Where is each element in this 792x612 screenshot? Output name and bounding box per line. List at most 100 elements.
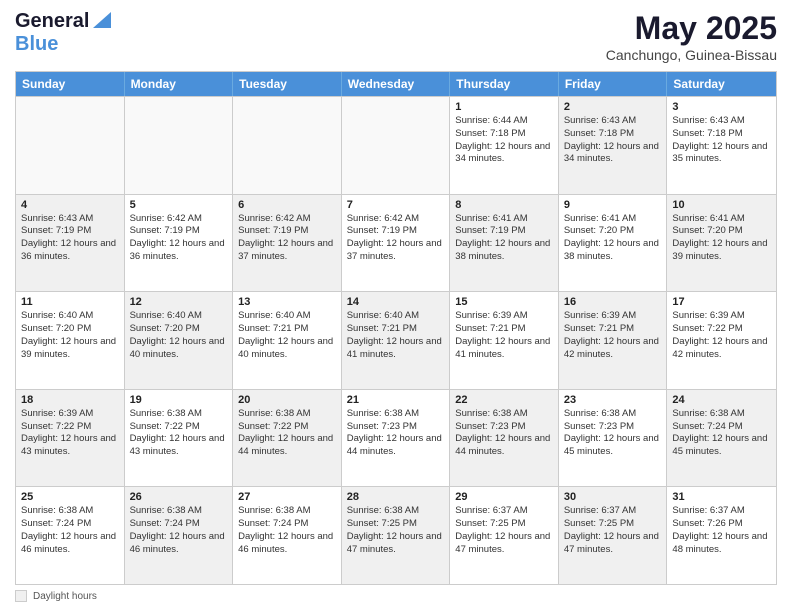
- calendar-header: SundayMondayTuesdayWednesdayThursdayFrid…: [16, 72, 776, 96]
- day-info: Sunrise: 6:41 AM Sunset: 7:20 PM Dayligh…: [564, 213, 662, 264]
- calendar-cell-2-0: 11Sunrise: 6:40 AM Sunset: 7:20 PM Dayli…: [16, 292, 125, 389]
- logo-general-text: General: [15, 10, 89, 33]
- day-info: Sunrise: 6:41 AM Sunset: 7:20 PM Dayligh…: [672, 213, 771, 264]
- calendar-header-cell-saturday: Saturday: [667, 72, 776, 96]
- calendar-cell-1-0: 4 Sunrise: 6:43 AM Sunset: 7:19 PM Daylig…: [16, 195, 125, 292]
- day-number: 28: [347, 491, 445, 503]
- legend-box: [15, 590, 27, 602]
- day-info: Sunrise: 6:39 AM Sunset: 7:22 PM Dayligh…: [672, 310, 771, 361]
- day-info: Sunrise: 6:38 AM Sunset: 7:24 PM Dayligh…: [672, 408, 771, 459]
- calendar-row-0: 1 Sunrise: 6:44 AM Sunset: 7:18 PM Daylig…: [16, 96, 776, 194]
- calendar-row-3: 18 Sunrise: 6:39 AM Sunset: 7:22 PM Dayli…: [16, 389, 776, 487]
- day-info: Sunrise: 6:37 AM Sunset: 7:25 PM Dayligh…: [455, 505, 553, 556]
- day-number: 3: [672, 101, 771, 113]
- day-info: Sunrise: 6:38 AM Sunset: 7:23 PM Dayligh…: [347, 408, 445, 459]
- calendar-cell-3-4: 22Sunrise: 6:38 AM Sunset: 7:23 PM Dayli…: [450, 390, 559, 487]
- day-number: 14: [347, 296, 445, 308]
- calendar-row-2: 11Sunrise: 6:40 AM Sunset: 7:20 PM Dayli…: [16, 291, 776, 389]
- calendar-cell-4-2: 27 Sunrise: 6:38 AM Sunset: 7:24 PM Dayli…: [233, 487, 342, 584]
- day-number: 4: [21, 199, 119, 211]
- main-title: May 2025: [606, 10, 777, 47]
- day-number: 20: [238, 394, 336, 406]
- calendar-cell-0-6: 3 Sunrise: 6:43 AM Sunset: 7:18 PM Daylig…: [667, 97, 776, 194]
- legend-label: Daylight hours: [33, 591, 97, 602]
- day-info: Sunrise: 6:44 AM Sunset: 7:18 PM Dayligh…: [455, 115, 553, 166]
- calendar-cell-0-3: [342, 97, 451, 194]
- calendar-cell-0-0: [16, 97, 125, 194]
- calendar-cell-4-5: 30Sunrise: 6:37 AM Sunset: 7:25 PM Dayli…: [559, 487, 668, 584]
- day-info: Sunrise: 6:43 AM Sunset: 7:18 PM Dayligh…: [672, 115, 771, 166]
- calendar-cell-3-0: 18 Sunrise: 6:39 AM Sunset: 7:22 PM Dayli…: [16, 390, 125, 487]
- day-info: Sunrise: 6:39 AM Sunset: 7:22 PM Dayligh…: [21, 408, 119, 459]
- calendar-cell-2-1: 12Sunrise: 6:40 AM Sunset: 7:20 PM Dayli…: [125, 292, 234, 389]
- day-number: 12: [130, 296, 228, 308]
- day-number: 26: [130, 491, 228, 503]
- day-number: 10: [672, 199, 771, 211]
- day-number: 19: [130, 394, 228, 406]
- day-number: 6: [238, 199, 336, 211]
- legend: Daylight hours: [15, 590, 777, 602]
- day-number: 31: [672, 491, 771, 503]
- day-number: 13: [238, 296, 336, 308]
- calendar-header-cell-friday: Friday: [559, 72, 668, 96]
- day-number: 9: [564, 199, 662, 211]
- logo-triangle-icon: [93, 12, 111, 33]
- day-info: Sunrise: 6:38 AM Sunset: 7:24 PM Dayligh…: [21, 505, 119, 556]
- calendar-cell-1-1: 5 Sunrise: 6:42 AM Sunset: 7:19 PM Daylig…: [125, 195, 234, 292]
- day-info: Sunrise: 6:40 AM Sunset: 7:21 PM Dayligh…: [238, 310, 336, 361]
- day-number: 1: [455, 101, 553, 113]
- calendar-cell-2-4: 15Sunrise: 6:39 AM Sunset: 7:21 PM Dayli…: [450, 292, 559, 389]
- calendar-row-1: 4 Sunrise: 6:43 AM Sunset: 7:19 PM Daylig…: [16, 194, 776, 292]
- day-number: 18: [21, 394, 119, 406]
- calendar-cell-2-2: 13 Sunrise: 6:40 AM Sunset: 7:21 PM Dayli…: [233, 292, 342, 389]
- calendar-cell-1-4: 8Sunrise: 6:41 AM Sunset: 7:19 PM Daylig…: [450, 195, 559, 292]
- day-number: 23: [564, 394, 662, 406]
- calendar-cell-0-4: 1 Sunrise: 6:44 AM Sunset: 7:18 PM Daylig…: [450, 97, 559, 194]
- calendar-header-cell-thursday: Thursday: [450, 72, 559, 96]
- day-number: 30: [564, 491, 662, 503]
- day-info: Sunrise: 6:42 AM Sunset: 7:19 PM Dayligh…: [130, 213, 228, 264]
- day-info: Sunrise: 6:42 AM Sunset: 7:19 PM Dayligh…: [238, 213, 336, 264]
- logo-blue-text: Blue: [15, 33, 58, 55]
- day-number: 5: [130, 199, 228, 211]
- calendar-cell-4-6: 31 Sunrise: 6:37 AM Sunset: 7:26 PM Dayli…: [667, 487, 776, 584]
- calendar-header-cell-sunday: Sunday: [16, 72, 125, 96]
- calendar-cell-2-6: 17Sunrise: 6:39 AM Sunset: 7:22 PM Dayli…: [667, 292, 776, 389]
- calendar-cell-3-2: 20 Sunrise: 6:38 AM Sunset: 7:22 PM Dayli…: [233, 390, 342, 487]
- day-number: 22: [455, 394, 553, 406]
- day-info: Sunrise: 6:38 AM Sunset: 7:23 PM Dayligh…: [564, 408, 662, 459]
- day-info: Sunrise: 6:38 AM Sunset: 7:24 PM Dayligh…: [130, 505, 228, 556]
- day-number: 21: [347, 394, 445, 406]
- day-info: Sunrise: 6:39 AM Sunset: 7:21 PM Dayligh…: [564, 310, 662, 361]
- calendar-cell-4-4: 29 Sunrise: 6:37 AM Sunset: 7:25 PM Dayli…: [450, 487, 559, 584]
- calendar-cell-2-5: 16 Sunrise: 6:39 AM Sunset: 7:21 PM Dayli…: [559, 292, 668, 389]
- calendar-header-cell-tuesday: Tuesday: [233, 72, 342, 96]
- logo: General Blue: [15, 10, 111, 56]
- subtitle: Canchungo, Guinea-Bissau: [606, 47, 777, 63]
- calendar-cell-3-3: 21 Sunrise: 6:38 AM Sunset: 7:23 PM Dayli…: [342, 390, 451, 487]
- calendar-cell-4-1: 26 Sunrise: 6:38 AM Sunset: 7:24 PM Dayli…: [125, 487, 234, 584]
- calendar-header-cell-wednesday: Wednesday: [342, 72, 451, 96]
- calendar-cell-1-2: 6 Sunrise: 6:42 AM Sunset: 7:19 PM Daylig…: [233, 195, 342, 292]
- day-number: 16: [564, 296, 662, 308]
- day-number: 11: [21, 296, 119, 308]
- calendar-cell-1-3: 7 Sunrise: 6:42 AM Sunset: 7:19 PM Daylig…: [342, 195, 451, 292]
- day-info: Sunrise: 6:43 AM Sunset: 7:19 PM Dayligh…: [21, 213, 119, 264]
- day-number: 27: [238, 491, 336, 503]
- day-number: 15: [455, 296, 553, 308]
- day-info: Sunrise: 6:38 AM Sunset: 7:24 PM Dayligh…: [238, 505, 336, 556]
- day-info: Sunrise: 6:41 AM Sunset: 7:19 PM Dayligh…: [455, 213, 553, 264]
- calendar-cell-1-5: 9 Sunrise: 6:41 AM Sunset: 7:20 PM Daylig…: [559, 195, 668, 292]
- calendar-cell-3-5: 23 Sunrise: 6:38 AM Sunset: 7:23 PM Dayli…: [559, 390, 668, 487]
- day-info: Sunrise: 6:43 AM Sunset: 7:18 PM Dayligh…: [564, 115, 662, 166]
- day-number: 29: [455, 491, 553, 503]
- day-number: 7: [347, 199, 445, 211]
- day-info: Sunrise: 6:37 AM Sunset: 7:26 PM Dayligh…: [672, 505, 771, 556]
- calendar-cell-4-3: 28Sunrise: 6:38 AM Sunset: 7:25 PM Dayli…: [342, 487, 451, 584]
- day-info: Sunrise: 6:42 AM Sunset: 7:19 PM Dayligh…: [347, 213, 445, 264]
- day-number: 2: [564, 101, 662, 113]
- day-number: 24: [672, 394, 771, 406]
- calendar-cell-0-5: 2 Sunrise: 6:43 AM Sunset: 7:18 PM Daylig…: [559, 97, 668, 194]
- header: General Blue May 2025 Canchungo, Guinea-…: [15, 10, 777, 63]
- day-info: Sunrise: 6:38 AM Sunset: 7:22 PM Dayligh…: [238, 408, 336, 459]
